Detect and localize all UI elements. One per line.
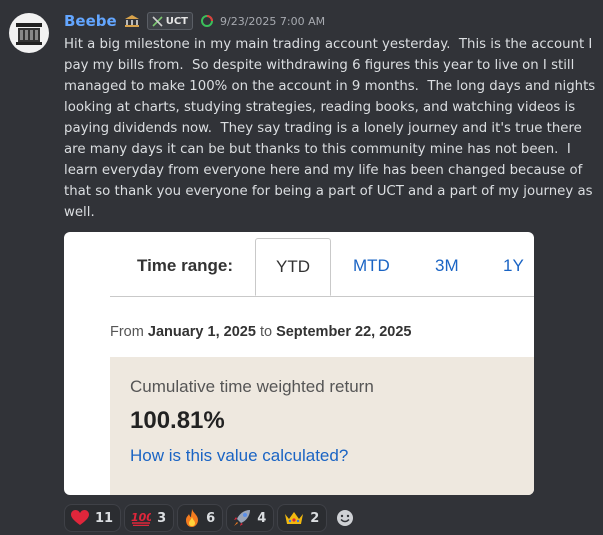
cycle-icon xyxy=(200,14,214,28)
from-date: January 1, 2025 xyxy=(147,324,256,340)
tab-divider xyxy=(110,296,534,297)
reaction-rocket[interactable]: 4 xyxy=(226,504,275,532)
message-header: Beebe UCT 9/23/2025 7:00 AM xyxy=(64,10,325,32)
bank-icon xyxy=(124,14,140,28)
reaction-count: 2 xyxy=(310,510,320,526)
to-word: to xyxy=(259,324,273,340)
reaction-crown[interactable]: 2 xyxy=(277,504,328,532)
reaction-count: 6 xyxy=(206,510,216,526)
reactions-bar: 11 100 3 6 4 xyxy=(64,504,358,532)
tab-mtd[interactable]: MTD xyxy=(353,256,390,276)
tab-1y[interactable]: 1Y xyxy=(503,256,524,276)
rocket-icon xyxy=(233,509,251,527)
avatar[interactable] xyxy=(9,13,49,53)
return-label: Cumulative time weighted return xyxy=(130,377,374,396)
red-heart-icon xyxy=(71,510,89,526)
fire-icon xyxy=(184,509,200,527)
reaction-heart[interactable]: 11 xyxy=(64,504,122,532)
time-range-label: Time range: xyxy=(137,256,234,275)
tab-ytd[interactable]: YTD xyxy=(255,238,331,296)
from-prefix: From xyxy=(110,324,144,340)
crown-icon xyxy=(284,510,304,526)
tab-3m[interactable]: 3M xyxy=(435,256,459,276)
message-text: Hit a big milestone in my main trading a… xyxy=(64,37,600,220)
svg-text:100: 100 xyxy=(131,511,151,524)
return-box: Cumulative time weighted return 100.81% … xyxy=(110,357,534,495)
tag-label: UCT xyxy=(165,15,188,27)
username[interactable]: Beebe xyxy=(64,12,117,30)
return-value: 100.81% xyxy=(130,407,225,434)
reaction-count: 4 xyxy=(257,510,267,526)
smiley-icon xyxy=(337,510,354,526)
embed-image[interactable]: Time range: YTD MTD 3M 1Y From January 1… xyxy=(64,232,534,495)
help-link[interactable]: How is this value calculated? xyxy=(130,446,348,466)
reaction-fire[interactable]: 6 xyxy=(177,504,224,532)
timestamp: 9/23/2025 7:00 AM xyxy=(219,14,326,28)
swords-icon xyxy=(152,15,163,27)
date-range: From January 1, 2025 to September 22, 20… xyxy=(110,324,411,340)
reaction-hundred[interactable]: 100 3 xyxy=(124,504,175,532)
reaction-count: 3 xyxy=(157,510,167,526)
hundred-points-icon: 100 xyxy=(131,510,151,526)
reaction-count: 11 xyxy=(95,510,114,526)
time-range-tabs: Time range: YTD MTD 3M 1Y xyxy=(64,232,534,297)
add-reaction-button[interactable] xyxy=(332,504,358,532)
to-date: September 22, 2025 xyxy=(276,324,412,340)
server-tag[interactable]: UCT xyxy=(146,12,193,30)
